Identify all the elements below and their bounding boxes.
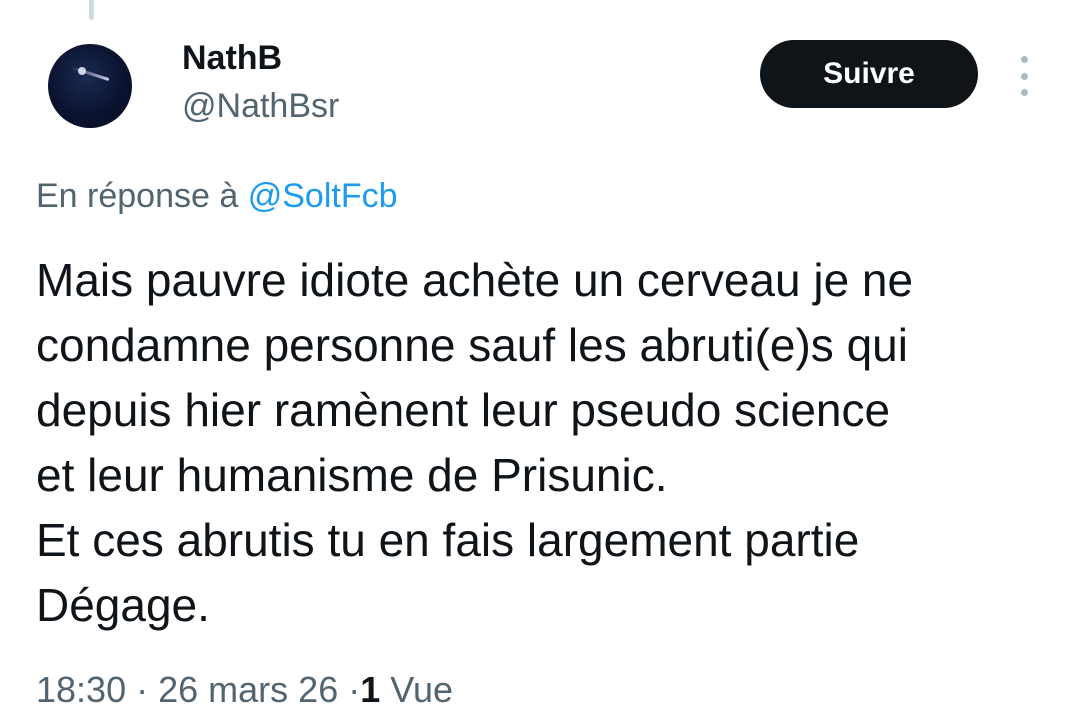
tweet-time[interactable]: 18:30 [36, 669, 126, 710]
reply-prefix: En réponse à [36, 177, 239, 215]
tweet-line: Et ces abrutis tu en fais largement part… [36, 514, 860, 566]
more-dot [1020, 56, 1028, 63]
avatar-contrail [70, 65, 110, 82]
thread-connector-line [89, 0, 94, 20]
view-count: 1 [360, 669, 381, 710]
tweet-line: condamne personne sauf les abruti(e)s qu… [36, 319, 908, 371]
tweet-line: depuis hier ramènent leur pseudo science [36, 384, 891, 436]
author-handle[interactable]: @NathBsr [182, 86, 339, 126]
meta-separator: · [348, 669, 361, 710]
more-vertical-icon[interactable] [1010, 52, 1038, 100]
more-dot [1020, 72, 1028, 80]
tweet-date[interactable]: 26 mars 26 [158, 669, 338, 710]
avatar-plane [78, 67, 86, 75]
meta-separator: · [136, 669, 149, 710]
avatar[interactable] [48, 44, 132, 128]
reply-context: En réponse à @SoltFcb [36, 175, 398, 217]
author-display-name[interactable]: NathB [182, 38, 282, 78]
more-dot [1020, 89, 1028, 96]
view-label: Vue [390, 669, 453, 710]
tweet-line: Dégage. [36, 579, 210, 631]
tweet-line: et leur humanisme de Prisunic. [36, 449, 668, 501]
reply-to-handle-link[interactable]: @SoltFcb [248, 177, 398, 215]
follow-button[interactable]: Suivre [760, 40, 978, 108]
tweet-text: Mais pauvre idiote achète un cerveau je … [36, 248, 1046, 638]
tweet-line: Mais pauvre idiote achète un cerveau je … [36, 254, 914, 306]
tweet-metadata: 18:30 · 26 mars 26 ·1 Vue [36, 668, 453, 712]
